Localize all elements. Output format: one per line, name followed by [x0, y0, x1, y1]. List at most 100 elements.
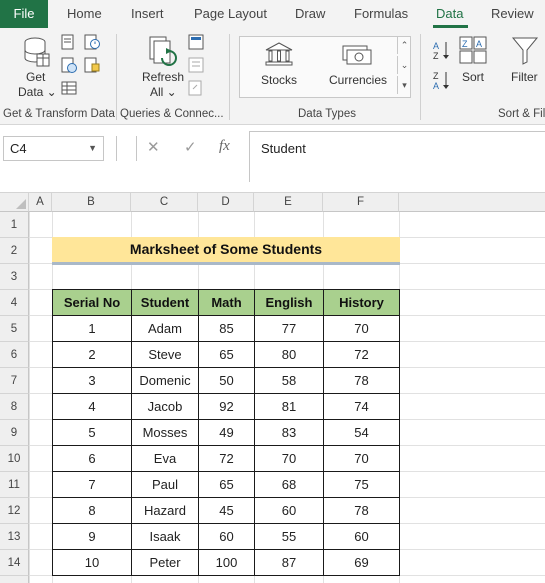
table-cell[interactable]: 92	[198, 393, 255, 420]
table-cell[interactable]: 70	[323, 315, 400, 342]
insert-function-icon[interactable]: fx	[219, 138, 230, 155]
gallery-expand[interactable]: ▾	[397, 76, 411, 94]
from-web-icon[interactable]	[61, 57, 77, 73]
table-cell[interactable]: 54	[323, 419, 400, 446]
formula-input[interactable]	[249, 131, 545, 182]
gallery-scroll-up[interactable]: ⌃	[397, 36, 411, 54]
row-header[interactable]: 14	[0, 550, 29, 576]
queries-connections-icon[interactable]	[188, 34, 204, 50]
row-header[interactable]: 1	[0, 212, 29, 238]
tab-home[interactable]: Home	[67, 0, 102, 28]
row-header[interactable]: 10	[0, 446, 29, 472]
table-cell[interactable]: 78	[323, 497, 400, 524]
tab-formulas[interactable]: Formulas	[354, 0, 408, 28]
column-header-f[interactable]: F	[323, 193, 399, 212]
table-cell[interactable]: Isaak	[131, 523, 199, 550]
header-english[interactable]: English	[254, 289, 324, 316]
table-cell[interactable]: 6	[52, 445, 132, 472]
table-cell[interactable]: Adam	[131, 315, 199, 342]
tab-file[interactable]: File	[0, 0, 48, 28]
table-cell[interactable]: Paul	[131, 471, 199, 498]
gallery-scroll-down[interactable]: ⌄	[397, 56, 411, 74]
row-header[interactable]: 12	[0, 498, 29, 524]
table-cell[interactable]: 100	[198, 549, 255, 576]
table-cell[interactable]: 60	[323, 523, 400, 550]
tab-page-layout[interactable]: Page Layout	[194, 0, 267, 28]
recent-sources-icon[interactable]	[84, 34, 100, 50]
table-cell[interactable]: 78	[323, 367, 400, 394]
sheet-title[interactable]: Marksheet of Some Students	[52, 237, 400, 262]
chevron-down-icon[interactable]: ▼	[88, 137, 97, 160]
row-header[interactable]: 13	[0, 524, 29, 550]
table-cell[interactable]: 3	[52, 367, 132, 394]
table-cell[interactable]: 75	[323, 471, 400, 498]
table-cell[interactable]: Hazard	[131, 497, 199, 524]
table-cell[interactable]: Eva	[131, 445, 199, 472]
table-cell[interactable]: 8	[52, 497, 132, 524]
column-header-b[interactable]: B	[52, 193, 131, 212]
properties-icon[interactable]	[188, 57, 204, 73]
table-cell[interactable]: 58	[254, 367, 324, 394]
table-cell[interactable]: 74	[323, 393, 400, 420]
table-cell[interactable]: 2	[52, 341, 132, 368]
sort-z-to-a-icon[interactable]: ZA	[432, 70, 452, 90]
table-cell[interactable]: 5	[52, 419, 132, 446]
existing-connections-icon[interactable]	[84, 57, 100, 73]
row-header[interactable]: 6	[0, 342, 29, 368]
row-header[interactable]: 5	[0, 316, 29, 342]
row-header[interactable]: 15	[0, 576, 29, 583]
table-cell[interactable]: 69	[323, 549, 400, 576]
table-cell[interactable]: 72	[198, 445, 255, 472]
table-cell[interactable]: 68	[254, 471, 324, 498]
row-header[interactable]: 7	[0, 368, 29, 394]
row-header[interactable]: 2	[0, 238, 29, 264]
row-header[interactable]: 3	[0, 264, 29, 290]
tab-review[interactable]: Review	[491, 0, 534, 28]
tab-data[interactable]: Data	[436, 0, 463, 28]
column-header-e[interactable]: E	[254, 193, 323, 212]
column-header-d[interactable]: D	[198, 193, 254, 212]
table-cell[interactable]: 65	[198, 341, 255, 368]
table-cell[interactable]: 1	[52, 315, 132, 342]
table-cell[interactable]: Peter	[131, 549, 199, 576]
table-cell[interactable]: 10	[52, 549, 132, 576]
header-serial-no[interactable]: Serial No	[52, 289, 132, 316]
table-cell[interactable]: 49	[198, 419, 255, 446]
name-box[interactable]: C4 ▼	[3, 136, 104, 161]
row-header[interactable]: 8	[0, 394, 29, 420]
row-header[interactable]: 4	[0, 290, 29, 316]
table-cell[interactable]: 4	[52, 393, 132, 420]
column-header-c[interactable]: C	[131, 193, 198, 212]
header-math[interactable]: Math	[198, 289, 255, 316]
table-cell[interactable]: 70	[254, 445, 324, 472]
tab-draw[interactable]: Draw	[295, 0, 325, 28]
table-cell[interactable]: 55	[254, 523, 324, 550]
table-cell[interactable]: 65	[198, 471, 255, 498]
edit-links-icon[interactable]	[188, 80, 204, 96]
table-cell[interactable]: 60	[198, 523, 255, 550]
table-cell[interactable]: Mosses	[131, 419, 199, 446]
table-cell[interactable]: 60	[254, 497, 324, 524]
row-header[interactable]: 11	[0, 472, 29, 498]
table-cell[interactable]: 72	[323, 341, 400, 368]
enter-icon[interactable]: ✓	[184, 138, 197, 156]
from-table-icon[interactable]	[61, 80, 77, 96]
header-student[interactable]: Student	[131, 289, 199, 316]
table-cell[interactable]: Jacob	[131, 393, 199, 420]
header-history[interactable]: History	[323, 289, 400, 316]
tab-insert[interactable]: Insert	[131, 0, 164, 28]
table-cell[interactable]: 50	[198, 367, 255, 394]
table-cell[interactable]: 85	[198, 315, 255, 342]
from-text-icon[interactable]	[61, 34, 75, 50]
table-cell[interactable]: 83	[254, 419, 324, 446]
table-cell[interactable]: 45	[198, 497, 255, 524]
row-header[interactable]: 9	[0, 420, 29, 446]
table-cell[interactable]: 77	[254, 315, 324, 342]
column-header-a[interactable]: A	[29, 193, 52, 212]
sort-a-to-z-icon[interactable]: AZ	[432, 40, 452, 60]
worksheet-grid[interactable]: A B C D E F 123456789101112131415Markshe…	[0, 192, 545, 583]
table-cell[interactable]: 81	[254, 393, 324, 420]
table-cell[interactable]: 80	[254, 341, 324, 368]
table-cell[interactable]: 70	[323, 445, 400, 472]
select-all-corner[interactable]	[0, 193, 29, 212]
